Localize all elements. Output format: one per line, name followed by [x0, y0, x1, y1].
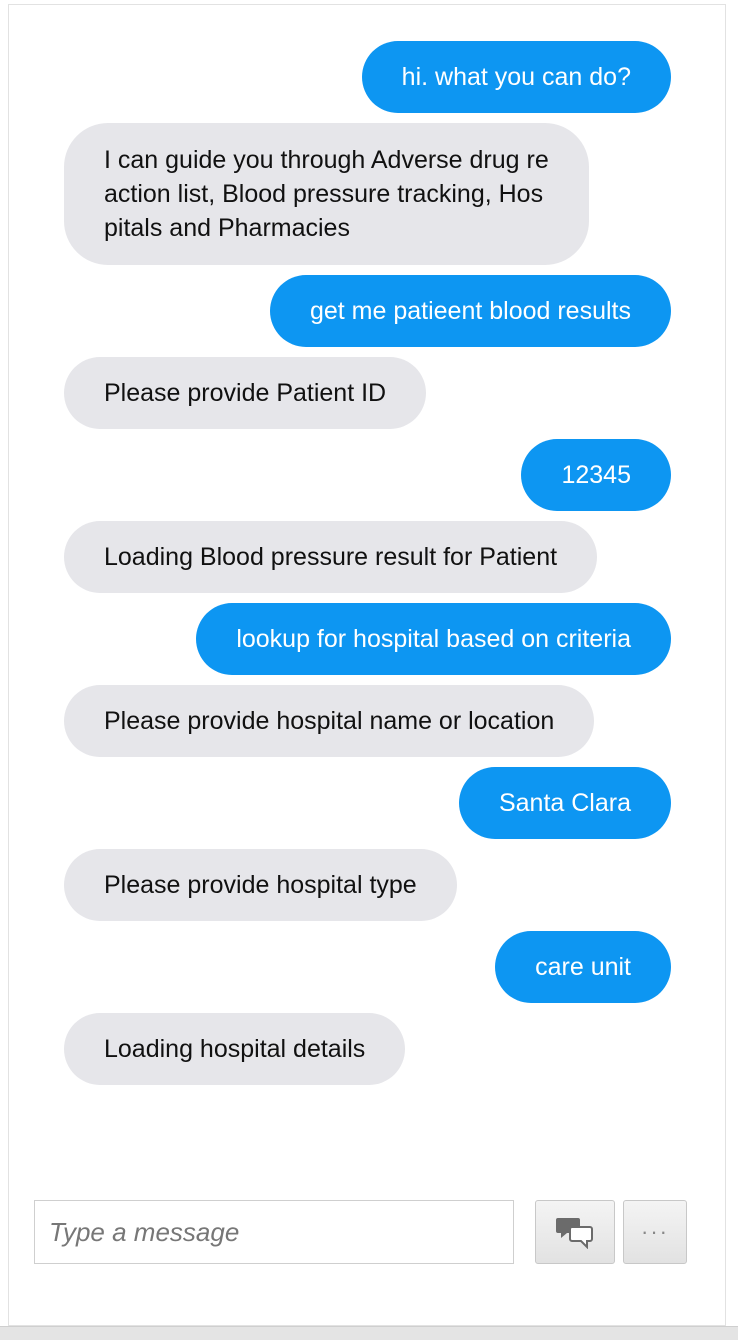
- user-message-bubble: get me patieent blood results: [269, 275, 671, 347]
- user-message-row: get me patieent blood results: [9, 275, 725, 347]
- message-input[interactable]: [34, 1200, 514, 1264]
- bot-message-bubble: Please provide Patient ID: [64, 357, 427, 429]
- bot-message-bubble: Please provide hospital name or location: [64, 685, 595, 757]
- bot-message-row: Please provide Patient ID: [9, 357, 725, 429]
- user-message-row: care unit: [9, 931, 725, 1003]
- more-options-label: ···: [641, 1219, 669, 1244]
- send-button[interactable]: [535, 1200, 615, 1264]
- message-list: hi. what you can do? I can guide you thro…: [9, 41, 725, 1095]
- user-message-row: Santa Clara: [9, 767, 725, 839]
- user-message-bubble: hi. what you can do?: [361, 41, 671, 113]
- user-message-bubble: care unit: [495, 931, 671, 1003]
- chat-window: hi. what you can do? I can guide you thro…: [8, 4, 726, 1326]
- bot-message-row: Please provide hospital name or location: [9, 685, 725, 757]
- user-message-bubble: 12345: [521, 439, 671, 511]
- bot-message-row: I can guide you through Adverse drug re …: [9, 123, 725, 265]
- user-message-row: lookup for hospital based on criteria: [9, 603, 725, 675]
- bot-message-row: Loading hospital details: [9, 1013, 725, 1085]
- composer: ···: [34, 1200, 694, 1264]
- user-message-bubble: lookup for hospital based on criteria: [196, 603, 671, 675]
- more-options-button[interactable]: ···: [623, 1200, 687, 1264]
- bot-message-bubble: Please provide hospital type: [64, 849, 457, 921]
- bot-message-bubble: Loading Blood pressure result for Patien…: [64, 521, 598, 593]
- bot-message-bubble: I can guide you through Adverse drug re …: [64, 123, 589, 265]
- user-message-bubble: Santa Clara: [458, 767, 671, 839]
- user-message-row: hi. what you can do?: [9, 41, 725, 113]
- bot-message-row: Please provide hospital type: [9, 849, 725, 921]
- bottom-scrollbar: [0, 1326, 738, 1340]
- user-message-row: 12345: [9, 439, 725, 511]
- bot-message-row: Loading Blood pressure result for Patien…: [9, 521, 725, 593]
- chat-bubbles-icon: [556, 1218, 593, 1249]
- bot-message-bubble: Loading hospital details: [64, 1013, 406, 1085]
